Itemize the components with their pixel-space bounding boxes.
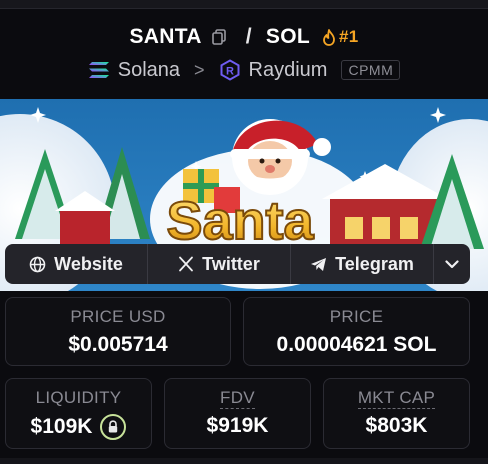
dex-name[interactable]: Raydium — [249, 59, 328, 82]
liquidity-value-row: $109K — [6, 414, 151, 440]
pair-separator: / — [245, 25, 252, 48]
telegram-icon — [311, 257, 327, 271]
pair-header: SANTA / SOL #1 Solana > R Raydium CPMM — [0, 9, 488, 99]
mkt-cap-value: $803K — [365, 414, 428, 437]
mkt-cap-label-wrap: MKT CAP — [324, 388, 469, 409]
liquidity-card: LIQUIDITY $109K — [5, 378, 152, 449]
breadcrumb-chevron: > — [194, 59, 205, 80]
mkt-cap-card: MKT CAP $803K — [323, 378, 470, 449]
price-native-card: PRICE 0.00004621 SOL — [243, 297, 470, 366]
svg-text:R: R — [226, 66, 234, 78]
telegram-label: Telegram — [335, 253, 414, 274]
raydium-icon: R — [219, 59, 241, 81]
base-token-symbol: SANTA — [129, 25, 202, 48]
pool-type-badge: CPMM — [341, 60, 401, 80]
chevron-down-icon — [445, 259, 459, 268]
price-native-value: 0.00004621 SOL — [276, 333, 437, 356]
globe-icon — [29, 256, 46, 272]
fdv-label[interactable]: FDV — [220, 388, 255, 409]
price-usd-label: PRICE USD — [70, 307, 166, 326]
price-usd-value: $0.005714 — [68, 333, 168, 356]
pair-title: SANTA / SOL #1 — [0, 23, 488, 51]
liquidity-value: $109K — [30, 415, 93, 438]
next-row-peek — [0, 458, 488, 464]
price-usd-card: PRICE USD $0.005714 — [5, 297, 231, 366]
banner-logo-text: Santa — [166, 191, 314, 251]
flame-icon — [323, 28, 335, 46]
x-logo-icon — [179, 256, 194, 272]
website-label: Website — [54, 253, 123, 274]
quote-token-symbol: SOL — [265, 25, 310, 48]
website-button[interactable]: Website — [5, 244, 148, 284]
top-divider — [0, 0, 488, 9]
more-links-dropdown[interactable] — [434, 244, 470, 284]
lock-icon[interactable] — [100, 414, 127, 440]
twitter-button[interactable]: Twitter — [148, 244, 291, 284]
fdv-value: $919K — [206, 414, 269, 437]
social-links-bar: Website Twitter Telegram — [5, 244, 470, 284]
trending-rank[interactable]: #1 — [322, 27, 359, 47]
price-native-label: PRICE — [329, 307, 384, 326]
telegram-button[interactable]: Telegram — [291, 244, 434, 284]
chain-dex-row: Solana > R Raydium CPMM — [0, 57, 488, 83]
solana-icon — [88, 61, 110, 79]
trending-rank-label: #1 — [338, 27, 359, 46]
twitter-label: Twitter — [202, 253, 260, 274]
mkt-cap-label[interactable]: MKT CAP — [357, 388, 436, 409]
copy-icon[interactable] — [211, 29, 226, 45]
fdv-label-wrap: FDV — [165, 388, 310, 409]
liquidity-label: LIQUIDITY — [35, 388, 122, 407]
chain-name[interactable]: Solana — [118, 59, 180, 82]
fdv-card: FDV $919K — [164, 378, 311, 449]
